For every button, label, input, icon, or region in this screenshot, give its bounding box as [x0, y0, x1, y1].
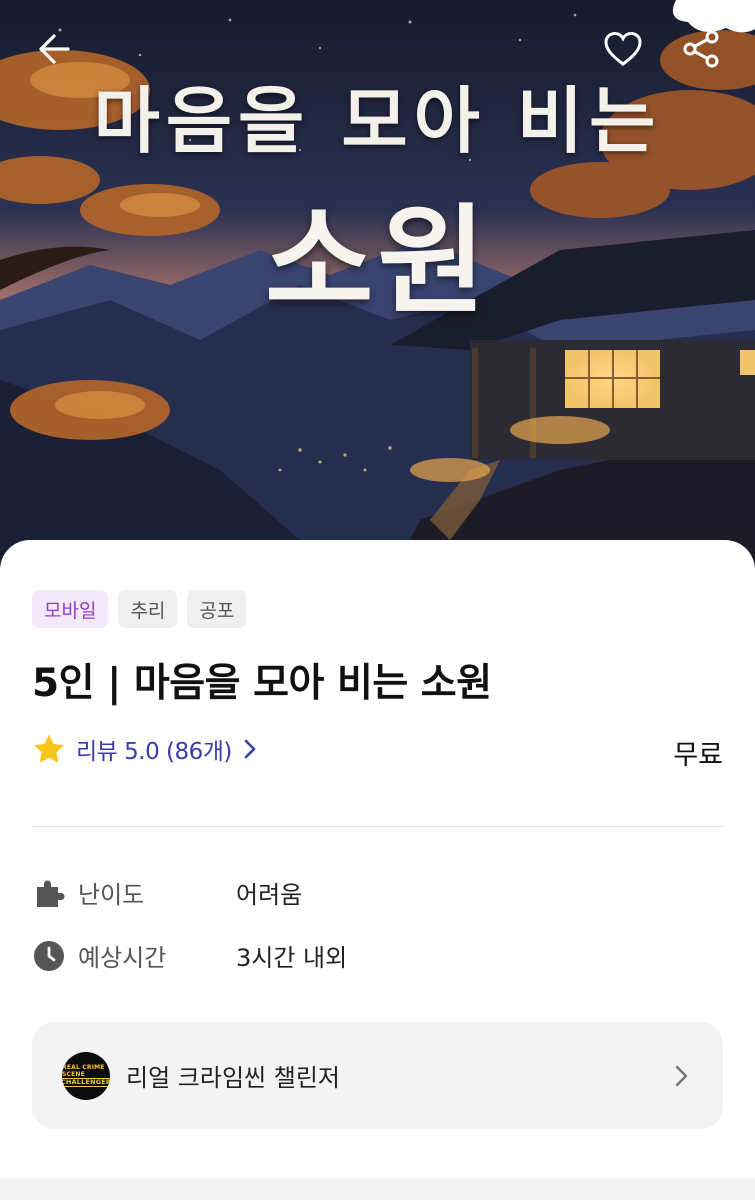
tag-platform: 모바일	[32, 590, 109, 628]
info-value: 어려움	[236, 881, 303, 909]
challenger-link[interactable]: REAL CRIME SCENE CHALLENGER 리얼 크라임씬 챌린저	[32, 1022, 723, 1129]
price-label: 무료	[673, 740, 723, 771]
share-icon	[683, 30, 719, 68]
hero-banner: 마음을 모아 비는 소원	[0, 0, 755, 600]
info-value: 3시간 내외	[236, 944, 348, 972]
page-title: 5인 | 마음을 모아 비는 소원	[32, 661, 492, 706]
tag-genre: 공포	[187, 590, 247, 628]
info-label: 난이도	[78, 881, 145, 909]
logo-text: CHALLENGER	[62, 1078, 110, 1087]
back-button[interactable]	[28, 24, 78, 74]
star-icon	[34, 734, 64, 763]
chevron-right-icon	[675, 1065, 688, 1086]
review-link[interactable]: 리뷰 5.0 (86개)	[32, 732, 258, 766]
challenger-name: 리얼 크라임씬 챌린저	[126, 1064, 340, 1092]
challenger-logo: REAL CRIME SCENE CHALLENGER	[62, 1051, 110, 1100]
info-row-difficulty: 난이도 어려움	[32, 875, 302, 910]
section-divider	[0, 1178, 755, 1200]
chevron-right-icon	[244, 739, 256, 759]
tag-genre: 추리	[118, 590, 178, 628]
tag-list: 모바일 추리 공포	[32, 590, 247, 628]
divider	[32, 826, 723, 827]
logo-text: REAL CRIME SCENE	[62, 1064, 105, 1078]
clock-icon	[32, 939, 66, 973]
puzzle-icon	[32, 876, 66, 910]
info-label: 예상시간	[78, 944, 167, 972]
share-button[interactable]	[676, 24, 726, 74]
detail-card: 모바일 추리 공포 5인 | 마음을 모아 비는 소원 리뷰 5.0 (86개)…	[0, 540, 755, 1200]
info-row-duration: 예상시간 3시간 내외	[32, 938, 347, 973]
heart-icon	[604, 31, 642, 66]
like-button[interactable]	[598, 24, 648, 74]
arrow-left-icon	[39, 34, 70, 64]
hero-title-top: 마음을 모아 비는	[93, 78, 662, 163]
review-summary: 리뷰 5.0 (86개)	[76, 739, 232, 765]
hero-title-main: 소원	[264, 191, 491, 330]
